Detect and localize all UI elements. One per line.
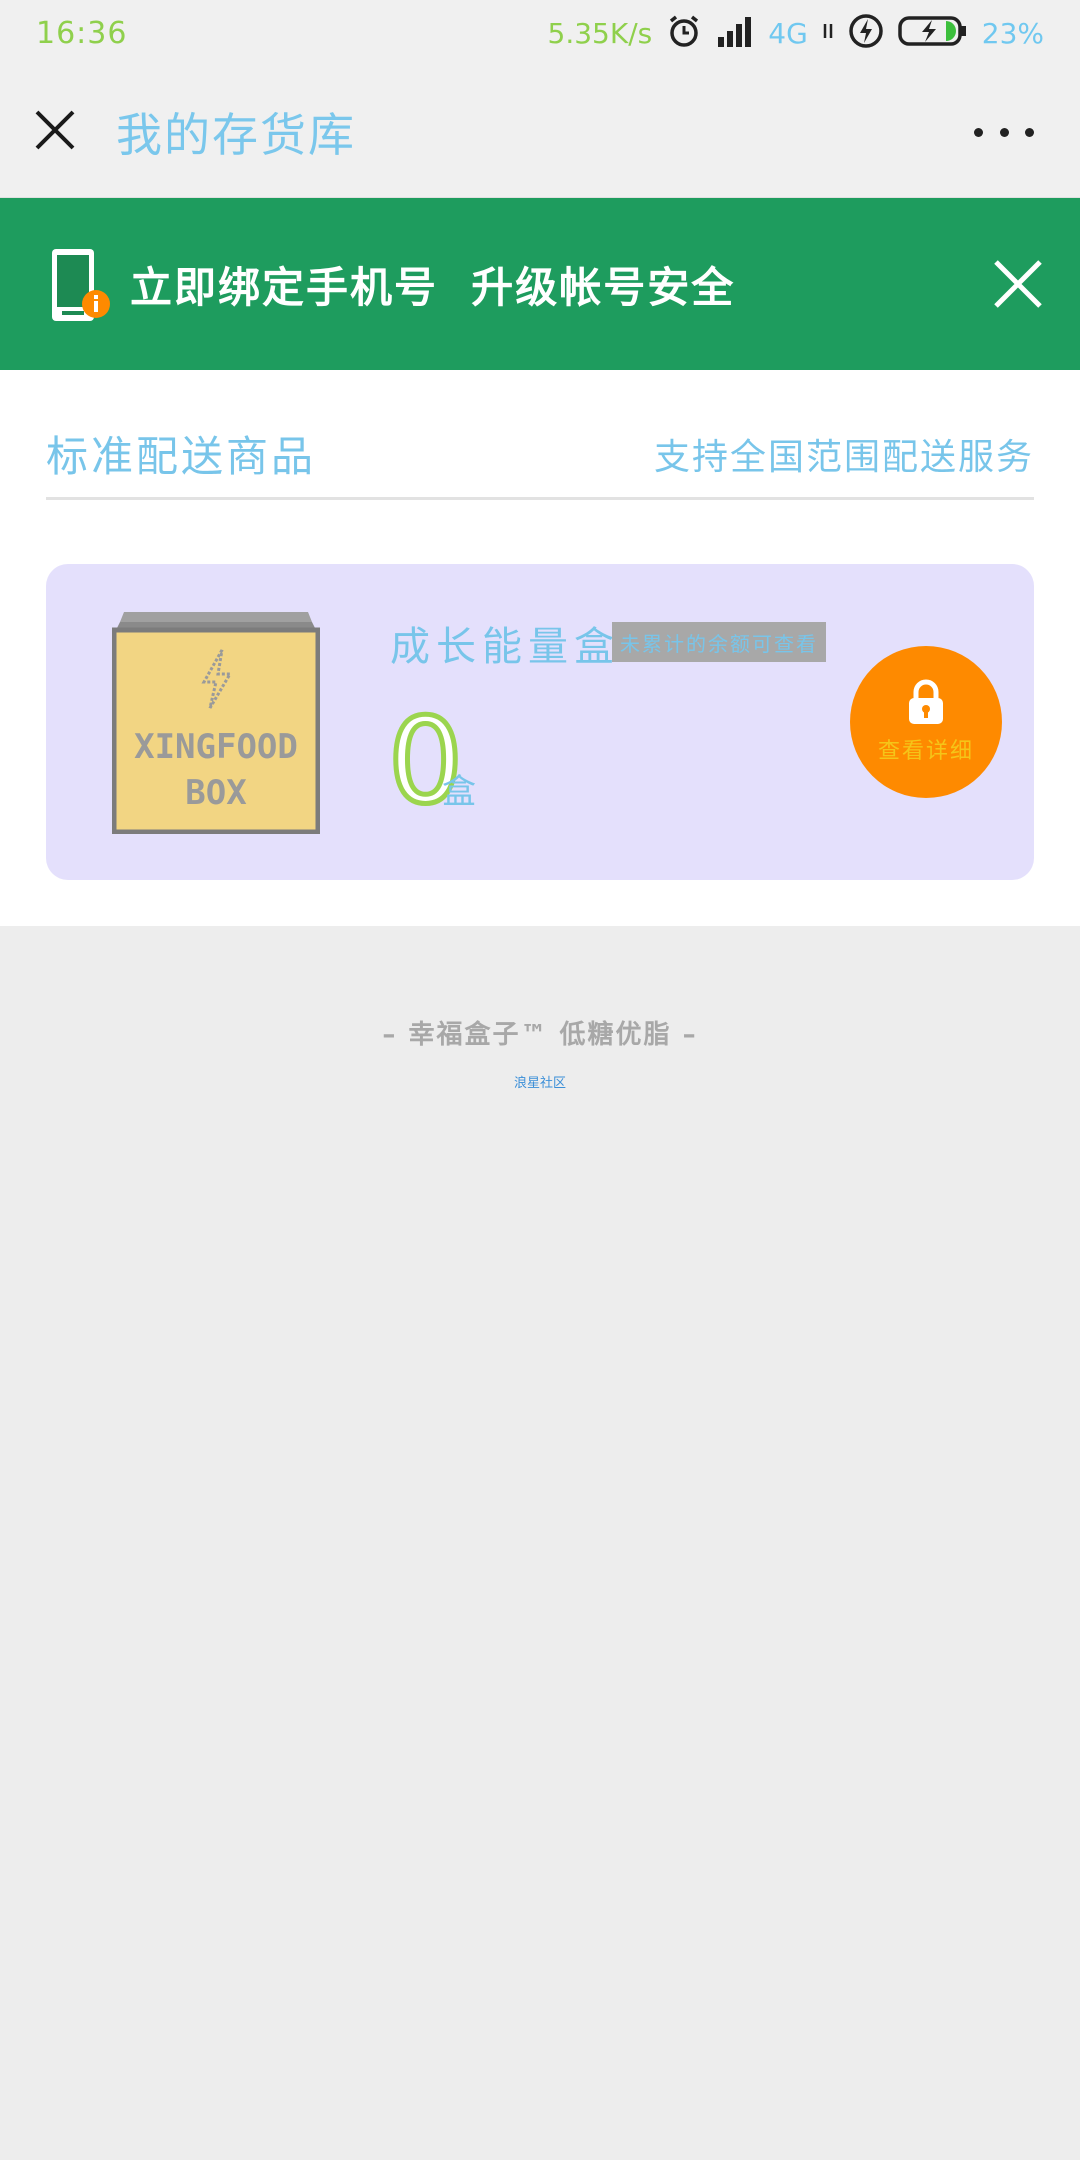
box-unit: 盒 xyxy=(442,772,476,812)
banner-close-button[interactable] xyxy=(990,256,1046,312)
footer-brand: – 幸福盒子™ 低糖优脂 – xyxy=(382,1020,698,1050)
signal-icon xyxy=(716,15,754,51)
banner-text: 立即绑定手机号 升级帐号安全 xyxy=(130,262,736,312)
close-icon xyxy=(994,260,1042,308)
data-arrows-icon xyxy=(822,22,834,44)
card-title: 成长能量盒 xyxy=(390,624,620,670)
title-bar: 我的存货库 xyxy=(0,66,1080,198)
section-header: 标准配送商品 支持全国范围配送服务 xyxy=(46,410,1034,500)
more-button[interactable] xyxy=(974,116,1034,148)
view-details-label: 查看详细 xyxy=(877,739,974,764)
battery-level: 23% xyxy=(981,16,1044,50)
phone-info-icon xyxy=(50,229,112,339)
card-badge: 未累计的余额可查看 xyxy=(612,622,826,662)
status-bar: 16:36 5.35K/s 4G 23% xyxy=(0,0,1080,66)
more-dot xyxy=(999,127,1009,137)
battery-icon xyxy=(898,15,968,51)
network-speed: 5.35K/s xyxy=(547,16,653,50)
more-dot xyxy=(1025,127,1034,137)
section-note: 支持全国范围配送服务 xyxy=(653,436,1034,478)
status-icons: 5.35K/s 4G 23% xyxy=(548,13,1044,53)
alarm-icon xyxy=(666,13,702,53)
energy-box-card: XINGFOOD BOX 成长能量盒 未累计的余额可查看 0 盒 查看详细 xyxy=(46,564,1034,880)
box-illustration: XINGFOOD BOX xyxy=(111,608,321,835)
footer-link[interactable]: 浪星社区 xyxy=(0,1072,1080,1091)
status-time: 16:36 xyxy=(36,15,128,51)
page-title: 我的存货库 xyxy=(116,107,356,162)
box-label-2: BOX xyxy=(185,773,247,813)
box-label-1: XINGFOOD xyxy=(134,727,298,767)
section-title: 标准配送商品 xyxy=(46,432,317,481)
lock-icon xyxy=(906,679,946,729)
view-details-button[interactable]: 查看详细 xyxy=(850,646,1002,798)
network-type: 4G xyxy=(768,16,808,50)
bind-phone-banner[interactable]: 立即绑定手机号 升级帐号安全 xyxy=(0,198,1080,370)
close-icon xyxy=(34,109,76,155)
more-dot xyxy=(974,127,983,137)
charging-bolt-icon xyxy=(848,13,884,53)
inventory-panel: 标准配送商品 支持全国范围配送服务 XINGFOOD BOX 成长能量盒 未累计… xyxy=(0,370,1080,926)
close-button[interactable] xyxy=(0,66,110,198)
